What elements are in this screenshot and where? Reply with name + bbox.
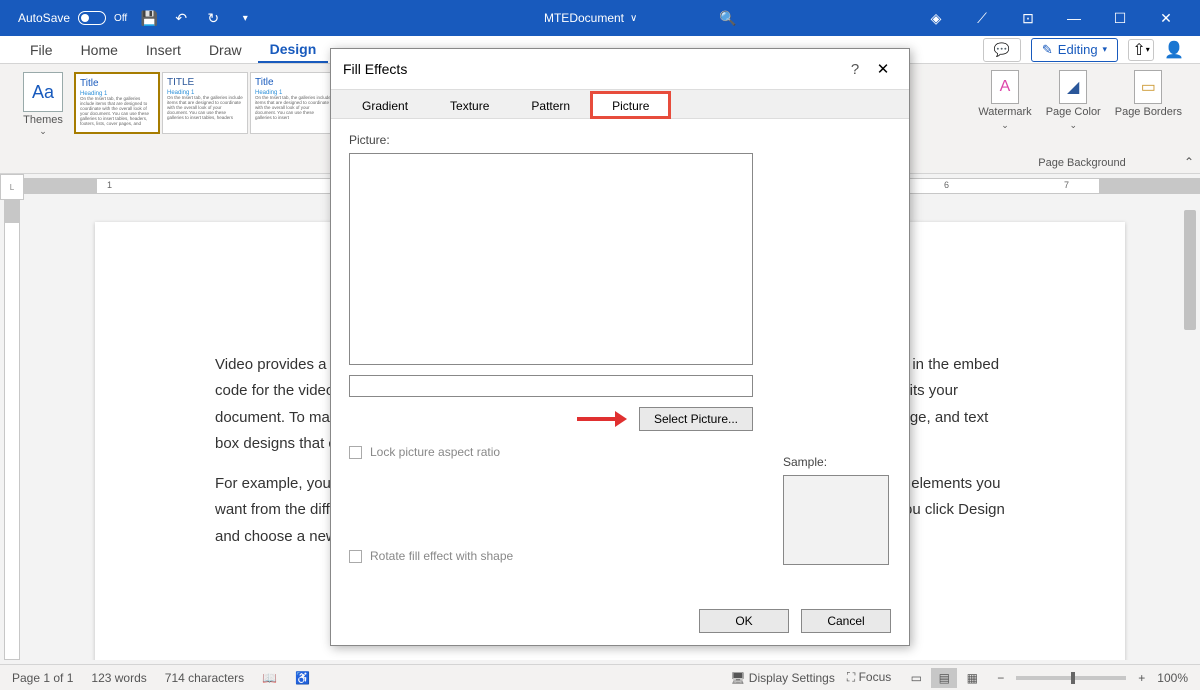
zoom-level[interactable]: 100% [1157, 671, 1188, 685]
tab-home[interactable]: Home [69, 38, 130, 62]
style-thumbnail[interactable]: Title Heading 1 On the Insert tab, the g… [250, 72, 336, 134]
print-layout-icon[interactable]: ▤ [931, 668, 957, 688]
zoom-slider[interactable] [1016, 676, 1126, 680]
account-icon[interactable]: 👤 [1164, 40, 1184, 60]
page-color-icon: ◢ [1059, 70, 1087, 104]
close-icon[interactable]: ✕ [869, 60, 897, 78]
themes-icon: Aa [32, 82, 54, 103]
page-borders-icon: ▭ [1134, 70, 1162, 104]
help-icon[interactable]: ? [841, 61, 869, 78]
scroll-thumb[interactable] [1184, 210, 1196, 330]
pencil-icon: ✎ [1042, 42, 1053, 58]
word-count[interactable]: 123 words [91, 671, 146, 685]
search-icon[interactable]: 🔍 [720, 10, 736, 26]
annotation-arrow [577, 413, 627, 425]
diamond-icon[interactable]: ◈ [922, 10, 950, 27]
zoom-in-button[interactable]: + [1138, 671, 1145, 685]
chevron-down-icon: ▾ [1103, 44, 1108, 55]
chevron-down-icon: ∨ [630, 13, 637, 24]
themes-label: Themes [23, 114, 63, 126]
tab-texture[interactable]: Texture [429, 92, 510, 118]
zoom-out-button[interactable]: − [997, 671, 1004, 685]
autosave-label: AutoSave [18, 11, 70, 25]
close-icon[interactable]: ✕ [1152, 10, 1180, 27]
undo-icon[interactable]: ↶ [173, 10, 189, 26]
comments-button[interactable]: 💬 [983, 38, 1021, 62]
comment-icon: 💬 [994, 42, 1010, 58]
picture-field-label: Picture: [349, 133, 891, 147]
tab-design[interactable]: Design [258, 37, 329, 63]
style-gallery[interactable]: Title Heading 1 On the Insert tab, the g… [74, 72, 336, 171]
share-button[interactable]: ⇧▾ [1128, 39, 1154, 61]
checkbox-icon [349, 446, 362, 459]
tab-pattern[interactable]: Pattern [510, 92, 591, 118]
page-color-button[interactable]: ◢ Page Color⌄ [1046, 70, 1101, 131]
ok-button[interactable]: OK [699, 609, 789, 633]
vertical-ruler[interactable] [4, 200, 20, 660]
tab-file[interactable]: File [18, 38, 65, 62]
toggle-track[interactable] [78, 11, 106, 25]
tab-draw[interactable]: Draw [197, 38, 254, 62]
minimize-icon[interactable]: — [1060, 10, 1088, 26]
dialog-title: Fill Effects [343, 61, 841, 77]
watermark-icon: A [991, 70, 1019, 104]
accessibility-icon[interactable]: ♿ [295, 671, 310, 685]
tab-picture[interactable]: Picture [591, 92, 670, 118]
page-background-group-label: Page Background [982, 157, 1182, 169]
save-icon[interactable]: 💾 [141, 10, 157, 26]
wand-icon[interactable]: ⟋ [968, 10, 996, 27]
editing-label: Editing [1058, 42, 1098, 57]
document-title[interactable]: MTEDocument ∨ [544, 11, 637, 25]
style-thumbnail[interactable]: TITLE Heading 1 On the Insert tab, the g… [162, 72, 248, 134]
ruler-corner[interactable]: L [0, 174, 24, 200]
autosave-toggle[interactable]: AutoSave Off [18, 11, 127, 25]
read-mode-icon[interactable]: ▭ [903, 668, 929, 688]
style-thumbnail[interactable]: Title Heading 1 On the Insert tab, the g… [74, 72, 160, 134]
doc-name-text: MTEDocument [544, 11, 624, 25]
spellcheck-icon[interactable]: 📖 [262, 671, 277, 685]
redo-icon[interactable]: ↻ [205, 10, 221, 26]
qat-dropdown-icon[interactable]: ▾ [237, 10, 253, 26]
maximize-icon[interactable]: ☐ [1106, 10, 1134, 27]
char-count[interactable]: 714 characters [165, 671, 244, 685]
picture-preview [349, 153, 753, 365]
page-indicator[interactable]: Page 1 of 1 [12, 671, 73, 685]
fill-effects-dialog: Fill Effects ? ✕ Gradient Texture Patter… [330, 48, 910, 646]
dialog-titlebar: Fill Effects ? ✕ [331, 49, 909, 89]
sample-label: Sample: [783, 455, 889, 469]
dialog-tabs: Gradient Texture Pattern Picture [331, 89, 909, 119]
web-layout-icon[interactable]: ▦ [959, 668, 985, 688]
status-bar: Page 1 of 1 123 words 714 characters 📖 ♿… [0, 664, 1200, 690]
checkbox-icon [349, 550, 362, 563]
focus-button[interactable]: ⛶ Focus [847, 670, 891, 685]
title-bar: AutoSave Off 💾 ↶ ↻ ▾ MTEDocument ∨ 🔍 ◈ ⟋… [0, 0, 1200, 36]
display-settings-button[interactable]: 🖥 Display Settings [730, 671, 835, 685]
cancel-button[interactable]: Cancel [801, 609, 891, 633]
themes-button[interactable]: Aa Themes ⌄ [18, 72, 68, 171]
autosave-state: Off [114, 13, 127, 24]
editing-mode-button[interactable]: ✎ Editing ▾ [1031, 38, 1118, 62]
select-picture-button[interactable]: Select Picture... [639, 407, 753, 431]
picture-path-input[interactable] [349, 375, 753, 397]
vertical-scrollbar[interactable] [1182, 200, 1198, 660]
page-borders-button[interactable]: ▭ Page Borders [1115, 70, 1182, 131]
tab-insert[interactable]: Insert [134, 38, 193, 62]
sample-preview [783, 475, 889, 565]
window-mode-icon[interactable]: ⊡ [1014, 10, 1042, 27]
watermark-button[interactable]: A Watermark⌄ [978, 70, 1031, 131]
collapse-ribbon-icon[interactable]: ⌃ [1184, 155, 1194, 169]
tab-gradient[interactable]: Gradient [341, 92, 429, 118]
